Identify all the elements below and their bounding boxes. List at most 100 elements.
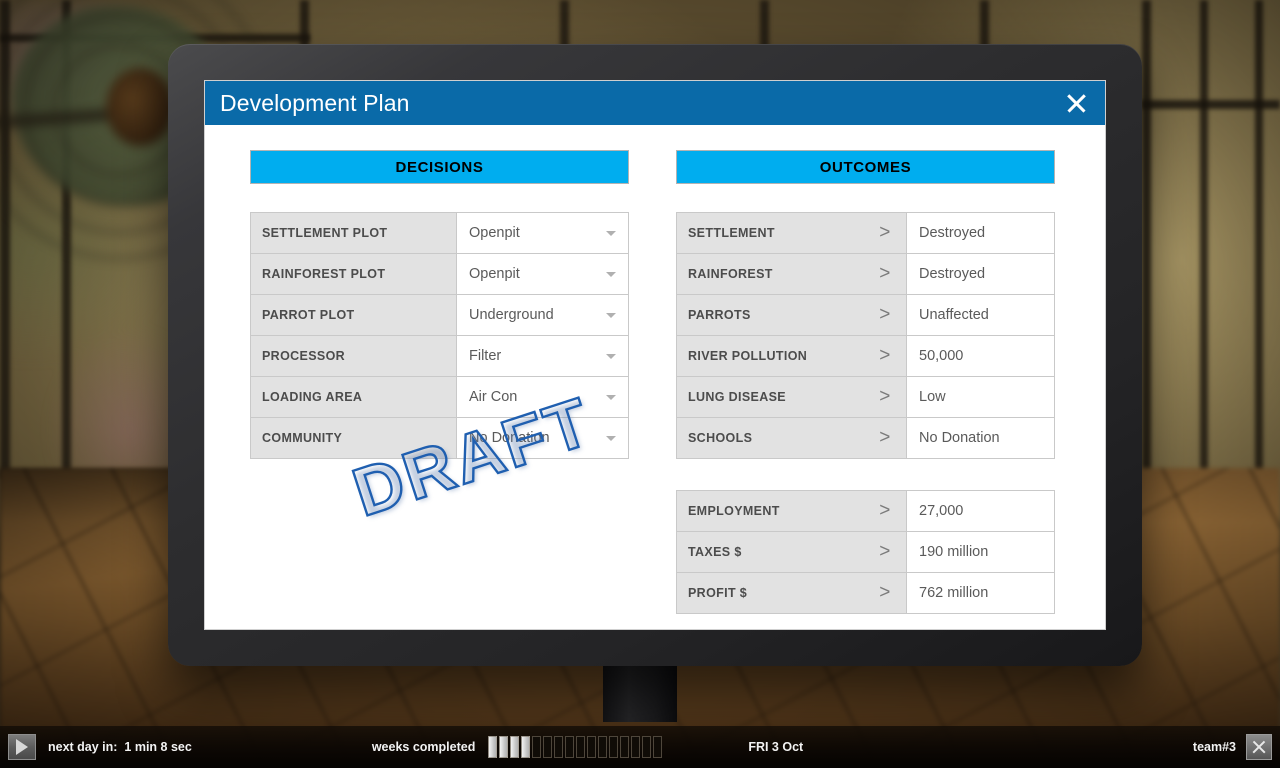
status-bar: next day in: 1 min 8 sec weeks completed… [0,726,1280,768]
outcomes-header: OUTCOMES [676,150,1055,184]
development-plan-dialog: Development Plan DECISIONS SETTLEMENT PL… [205,81,1105,629]
chevron-down-icon [606,231,616,236]
decision-label: SETTLEMENT PLOT [251,213,456,253]
table-row: PARROT PLOT Underground [251,295,628,336]
decision-value: Underground [469,307,554,323]
outcome-label: SCHOOLS [688,431,753,445]
chevron-down-icon [606,313,616,318]
chevron-right-icon: > [879,345,891,366]
outcome-label-cell: TAXES $ > [677,532,906,572]
week-bar-empty [642,736,652,758]
table-row: RAINFOREST PLOT Openpit [251,254,628,295]
outcome-label-cell: LUNG DISEASE > [677,377,906,417]
table-row: LOADING AREA Air Con [251,377,628,418]
weeks-progress-bars [488,736,663,758]
week-bar-filled [499,736,509,758]
chevron-down-icon [606,354,616,359]
decision-value: Openpit [469,225,520,241]
table-row: SCHOOLS > No Donation [677,418,1054,459]
decision-value: No Donation [469,430,550,446]
decision-value: Openpit [469,266,520,282]
decision-select-processor[interactable]: Filter [456,336,628,376]
table-row: PROFIT $ > 762 million [677,573,1054,614]
outcome-value: Low [906,377,1054,417]
week-bar-empty [620,736,630,758]
decision-value: Filter [469,348,502,364]
outcome-label-cell: PROFIT $ > [677,573,906,613]
outcome-value: Destroyed [906,254,1054,294]
week-bar-empty [543,736,553,758]
outcome-value: 190 million [906,532,1054,572]
outcome-label-cell: SCHOOLS > [677,418,906,458]
monitor-stand [603,660,677,722]
outcome-label-cell: PARROTS > [677,295,906,335]
table-row: COMMUNITY No Donation [251,418,628,459]
table-row: PARROTS > Unaffected [677,295,1054,336]
table-row: RIVER POLLUTION > 50,000 [677,336,1054,377]
outcome-value: Unaffected [906,295,1054,335]
outcomes-secondary-table: EMPLOYMENT > 27,000 TAXES $ > 190 millio… [676,490,1055,614]
chevron-right-icon: > [879,500,891,521]
outcome-label-cell: RIVER POLLUTION > [677,336,906,376]
chevron-right-icon: > [879,427,891,448]
chevron-down-icon [606,436,616,441]
outcome-value: 27,000 [906,491,1054,531]
table-row: EMPLOYMENT > 27,000 [677,491,1054,532]
outcome-label: SETTLEMENT [688,226,775,240]
decisions-column: DECISIONS SETTLEMENT PLOT Openpit RAINFO… [250,150,629,629]
decision-label: PROCESSOR [251,336,456,376]
close-icon[interactable] [1059,86,1093,120]
table-row: TAXES $ > 190 million [677,532,1054,573]
chevron-right-icon: > [879,304,891,325]
outcome-value: Destroyed [906,213,1054,253]
chevron-right-icon: > [879,541,891,562]
decision-select-settlement-plot[interactable]: Openpit [456,213,628,253]
week-bar-empty [565,736,575,758]
outcome-label: TAXES $ [688,545,742,559]
decisions-header: DECISIONS [250,150,629,184]
week-bar-empty [587,736,597,758]
dialog-title: Development Plan [220,89,410,116]
decision-label: LOADING AREA [251,377,456,417]
team-label: team#3 [1192,740,1236,754]
outcomes-primary-table: SETTLEMENT > Destroyed RAINFOREST > Dest… [676,212,1055,459]
outcome-value: 50,000 [906,336,1054,376]
decision-select-loading-area[interactable]: Air Con [456,377,628,417]
chevron-right-icon: > [879,263,891,284]
monitor-bezel: Development Plan DECISIONS SETTLEMENT PL… [168,44,1142,666]
table-row: PROCESSOR Filter [251,336,628,377]
week-bar-empty [631,736,641,758]
next-day-timer: next day in: 1 min 8 sec [48,740,192,754]
outcome-label: RIVER POLLUTION [688,349,808,363]
dialog-body: DECISIONS SETTLEMENT PLOT Openpit RAINFO… [205,125,1105,629]
decision-label: PARROT PLOT [251,295,456,335]
decision-select-rainforest-plot[interactable]: Openpit [456,254,628,294]
outcome-label: PROFIT $ [688,586,748,600]
table-row: SETTLEMENT > Destroyed [677,213,1054,254]
outcome-label-cell: EMPLOYMENT > [677,491,906,531]
outcome-label: PARROTS [688,308,751,322]
chevron-down-icon [606,395,616,400]
decision-select-parrot-plot[interactable]: Underground [456,295,628,335]
table-row: LUNG DISEASE > Low [677,377,1054,418]
week-bar-empty [609,736,619,758]
week-bar-filled [488,736,498,758]
weeks-completed-label: weeks completed [371,740,476,754]
outcome-label-cell: RAINFOREST > [677,254,906,294]
decision-select-community[interactable]: No Donation [456,418,628,458]
decisions-table: SETTLEMENT PLOT Openpit RAINFOREST PLOT … [250,212,629,459]
week-bar-empty [532,736,542,758]
week-bar-filled [510,736,520,758]
current-date: FRI 3 Oct [748,740,804,754]
close-icon[interactable] [1246,734,1272,760]
monitor-screen: Development Plan DECISIONS SETTLEMENT PL… [204,80,1106,630]
play-triangle [16,739,28,755]
week-bar-empty [554,736,564,758]
week-bar-filled [521,736,531,758]
outcome-label: RAINFOREST [688,267,773,281]
outcome-label-cell: SETTLEMENT > [677,213,906,253]
play-icon[interactable] [8,734,36,760]
outcome-value: 762 million [906,573,1054,613]
decision-value: Air Con [469,389,518,405]
week-bar-empty [576,736,586,758]
